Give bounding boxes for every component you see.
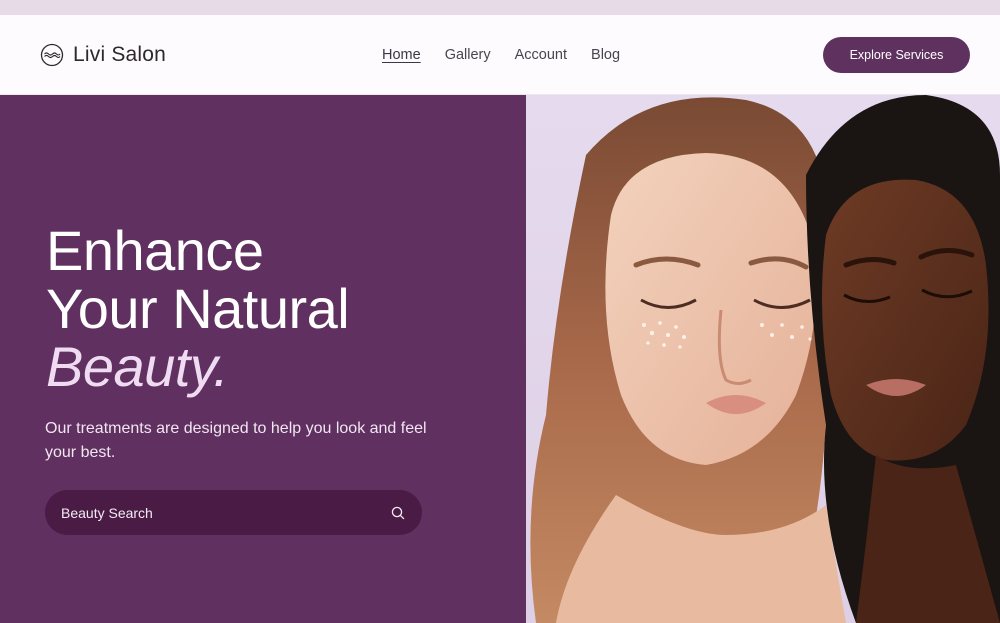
- main-nav: Home Gallery Account Blog: [382, 45, 644, 65]
- brand-name: Livi Salon: [73, 43, 167, 66]
- models-portrait-image: [530, 95, 1000, 623]
- nav-item-home[interactable]: Home: [382, 45, 421, 65]
- wave-circle-logo-icon: [40, 43, 64, 67]
- explore-services-button[interactable]: Explore Services: [823, 37, 970, 73]
- nav-item-account[interactable]: Account: [515, 45, 567, 65]
- hero-image: [526, 95, 1000, 623]
- hero-headline: Enhance Your Natural Beauty.: [46, 219, 350, 398]
- nav-item-blog[interactable]: Blog: [591, 45, 620, 65]
- face-right: [822, 179, 989, 461]
- headline-line-2: Your Natural: [46, 277, 350, 340]
- brand[interactable]: Livi Salon: [40, 42, 166, 68]
- headline-line-1: Enhance: [46, 219, 264, 282]
- nav-item-gallery[interactable]: Gallery: [445, 45, 491, 65]
- top-strip: [0, 0, 1000, 15]
- hero-panel: Enhance Your Natural Beauty. Our treatme…: [0, 95, 526, 623]
- hero-subtext: Our treatments are designed to help you …: [45, 420, 427, 461]
- beauty-search-bar[interactable]: [45, 490, 422, 535]
- headline-accent: Beauty.: [46, 335, 229, 398]
- site-header: Livi Salon Home Gallery Account Blog Exp…: [0, 15, 1000, 95]
- search-icon[interactable]: [390, 505, 406, 521]
- search-input[interactable]: [61, 504, 390, 521]
